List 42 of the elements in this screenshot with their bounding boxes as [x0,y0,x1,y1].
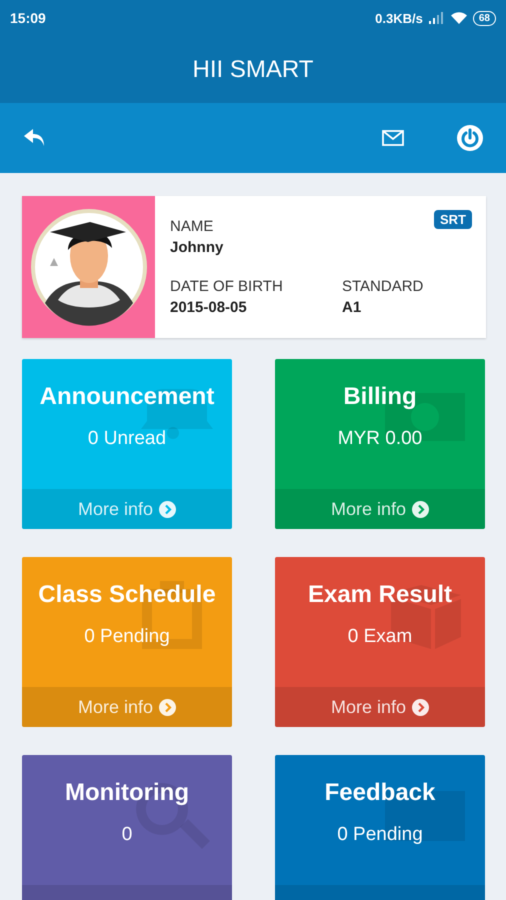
tile-title: Exam Result [306,581,454,609]
student-name: Johnny [170,239,224,256]
tile-title: Billing [342,383,418,411]
tile-title: Class Schedule [37,581,217,609]
tile-count: 0 Pending [336,824,424,846]
role-badge: SRT [434,210,472,229]
tile-title: Monitoring [64,779,190,807]
dashboard-tile[interactable]: Class Schedule 0 Pending More info [22,557,232,727]
tile-count: MYR 0.00 [336,428,424,450]
tile-count: 0 [120,824,134,846]
dashboard-tile[interactable]: Billing MYR 0.00 More info [275,359,485,529]
status-time: 15:09 [10,10,46,26]
network-speed: 0.3KB/s [375,10,423,26]
tile-count: 0 Exam [346,626,414,648]
dashboard-tile[interactable]: Announcement 0 Unread More info [22,359,232,529]
power-icon [456,124,484,152]
tile-title: Announcement [38,383,216,411]
dashboard-tile[interactable]: Monitoring 0 [22,755,232,900]
dashboard-tile[interactable]: Exam Result 0 Exam More info [275,557,485,727]
field-label: STANDARD [342,278,424,295]
tile-count: 0 Pending [83,626,171,648]
app-title: HII SMART [192,56,314,84]
standard-value: A1 [342,299,362,316]
tile-title: Feedback [324,779,436,807]
wifi-icon [450,12,467,24]
battery-level: 68 [472,10,496,26]
signal-icon [428,12,445,24]
envelope-icon [382,130,404,146]
arrow-circle-icon [412,500,430,518]
field-label: DATE OF BIRTH [170,278,284,295]
field-label: NAME [170,218,214,235]
more-info-link[interactable]: More info [78,696,176,718]
dashboard-tile[interactable]: Feedback 0 Pending [275,755,485,900]
arrow-circle-icon [412,698,430,716]
more-info-link[interactable]: More info [78,498,176,520]
arrow-circle-icon [159,698,176,716]
tile-count: 0 Unread [86,428,168,450]
birth-date: 2015-08-05 [170,299,248,316]
more-info-link[interactable]: More info [330,498,430,520]
reply-icon [24,129,46,147]
more-info-link[interactable]: More info [330,696,430,718]
arrow-circle-icon [159,500,176,518]
